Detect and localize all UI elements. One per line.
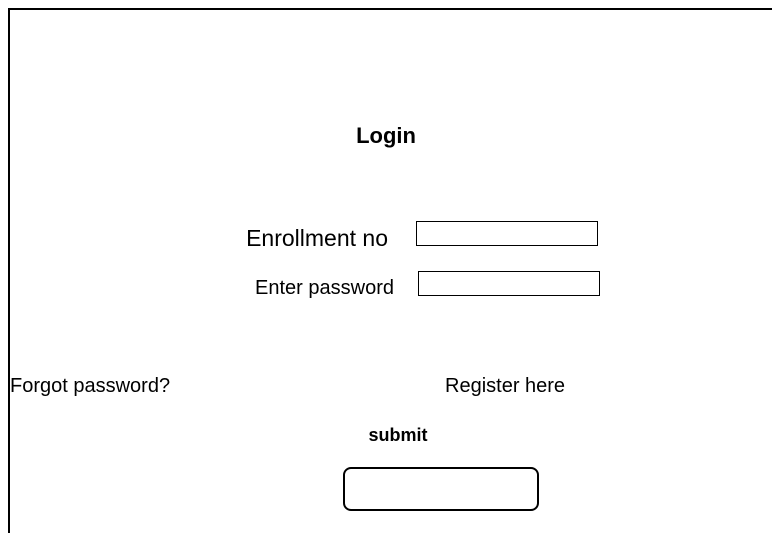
submit-label: submit	[368, 425, 428, 445]
wireframe-canvas: Login Enrollment no Enter password Forgo…	[0, 0, 772, 533]
page-title: Login	[356, 123, 416, 148]
password-label: Enter password	[255, 277, 394, 299]
enrollment-label: Enrollment no	[246, 225, 388, 251]
password-input[interactable]	[418, 271, 600, 296]
submit-button[interactable]	[343, 467, 539, 511]
forgot-password-link[interactable]: Forgot password?	[10, 375, 170, 398]
frame-left-border	[8, 8, 10, 533]
register-link[interactable]: Register here	[445, 375, 565, 398]
frame-top-border	[8, 8, 772, 10]
enrollment-input[interactable]	[416, 221, 598, 246]
